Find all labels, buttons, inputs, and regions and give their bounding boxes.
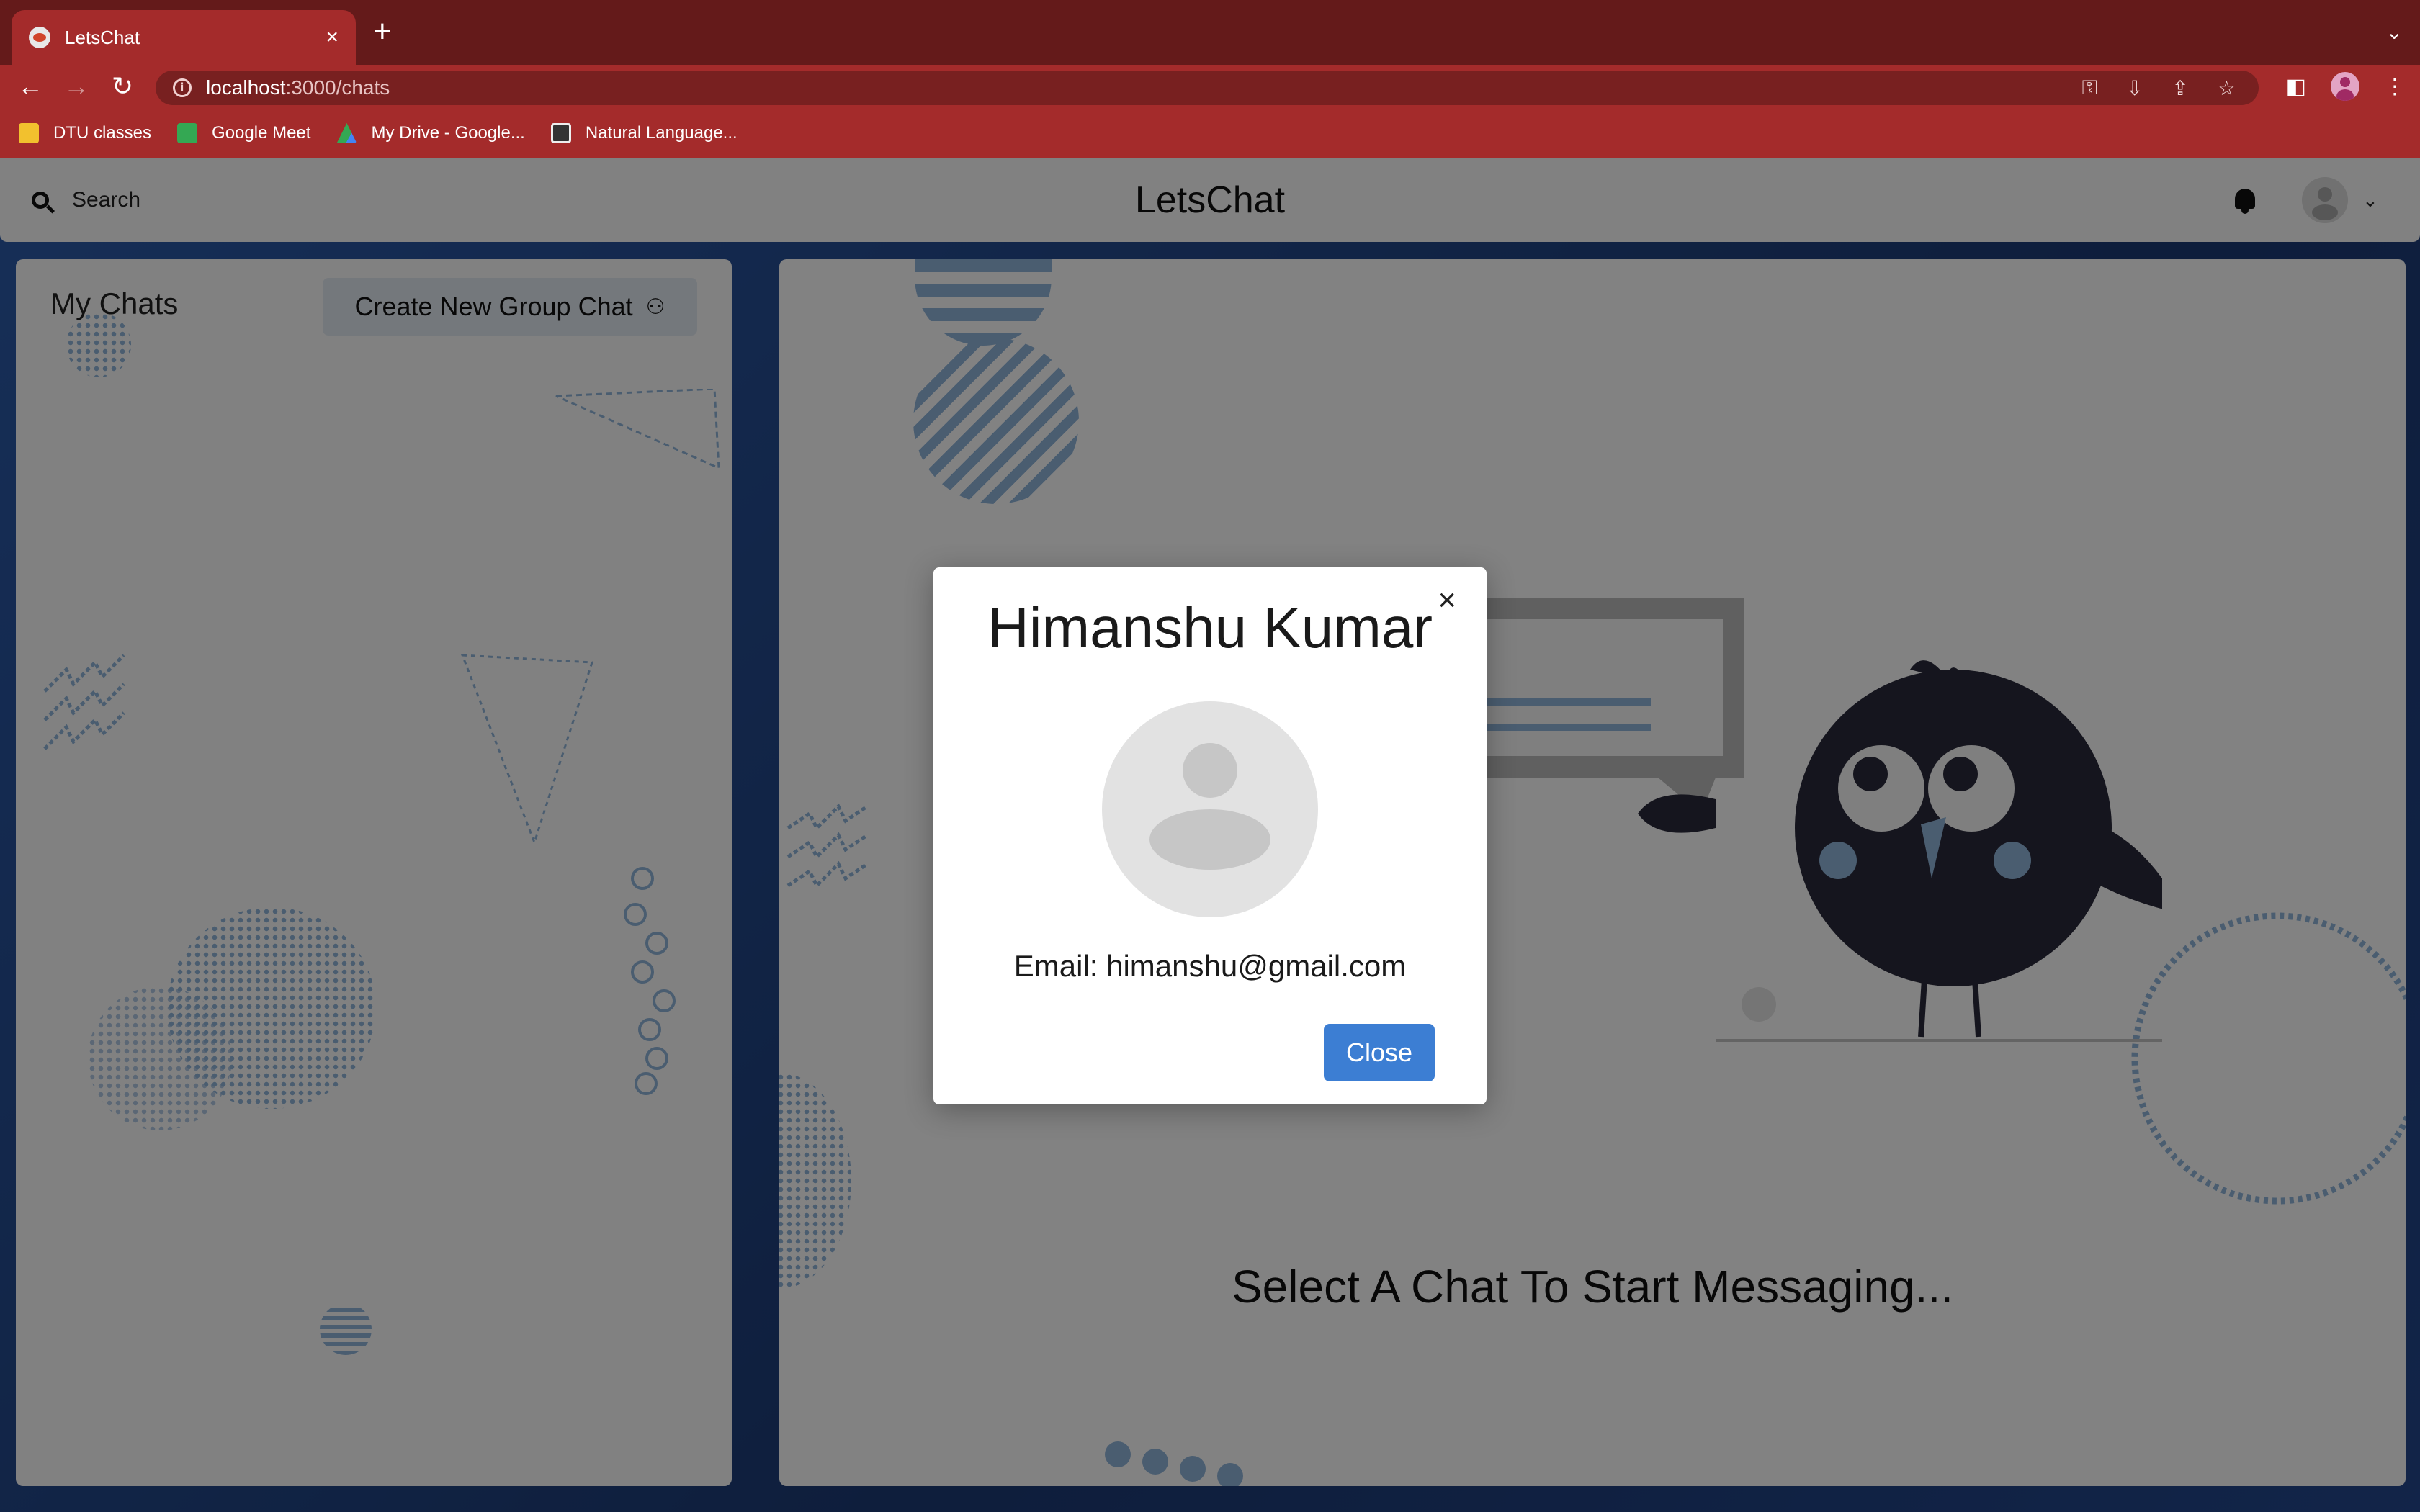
browser-tab[interactable]: LetsChat × [12, 10, 356, 65]
classroom-icon [19, 123, 39, 143]
browser-toolbar: ← → ↻ i localhost:3000/chats ⚿ ⇩ ⇪ ☆ ◧ ⋮ [0, 65, 2420, 108]
close-button[interactable]: Close [1324, 1024, 1435, 1081]
profile-avatar[interactable] [2331, 72, 2360, 101]
browser-tab-bar: LetsChat × + ⌄ [0, 0, 2420, 65]
address-bar[interactable]: i localhost:3000/chats ⚿ ⇩ ⇪ ☆ [156, 71, 2259, 105]
share-icon[interactable]: ⇪ [2172, 76, 2188, 100]
bookmark-google-meet[interactable]: Google Meet [177, 123, 310, 143]
key-icon[interactable]: ⚿ [2082, 76, 2097, 100]
bookmarks-bar: DTU classes Google Meet My Drive - Googl… [0, 108, 2420, 158]
google-meet-icon [177, 123, 198, 143]
profile-email: Email: himanshu@gmail.com [1013, 949, 1407, 983]
bookmark-label: Natural Language... [585, 123, 738, 143]
tab-close-icon[interactable]: × [326, 25, 339, 50]
bookmark-star-icon[interactable]: ☆ [2218, 76, 2236, 100]
menu-kebab-icon[interactable]: ⋮ [2384, 74, 2406, 99]
profile-name: Himanshu Kumar [987, 595, 1433, 660]
profile-avatar-icon [1102, 701, 1318, 917]
site-info-icon[interactable]: i [173, 78, 192, 97]
back-arrow-icon[interactable]: ← [14, 71, 46, 102]
tab-search-chevron-icon[interactable]: ⌄ [2386, 20, 2403, 44]
forward-arrow-icon[interactable]: → [60, 71, 92, 102]
reload-icon[interactable]: ↻ [107, 71, 138, 102]
install-app-icon[interactable]: ⇩ [2126, 76, 2143, 100]
bookmark-dtu-classes[interactable]: DTU classes [19, 123, 151, 143]
letschat-favicon-icon [29, 27, 50, 48]
google-drive-icon [336, 123, 357, 143]
new-tab-button[interactable]: + [373, 16, 392, 48]
tab-title: LetsChat [65, 26, 140, 48]
url-text[interactable]: localhost:3000/chats [206, 76, 390, 99]
toolbar-right: ◧ ⋮ [2286, 71, 2406, 102]
bookmark-my-drive[interactable]: My Drive - Google... [336, 123, 525, 143]
course-icon [550, 123, 571, 143]
bookmark-label: My Drive - Google... [371, 123, 525, 143]
omnibox-actions: ⚿ ⇩ ⇪ ☆ [2082, 71, 2236, 105]
url-host: localhost [206, 76, 286, 99]
url-path: :3000/chats [285, 76, 390, 99]
bookmark-natural-language[interactable]: Natural Language... [550, 123, 738, 143]
bookmark-label: Google Meet [212, 123, 311, 143]
side-panel-icon[interactable]: ◧ [2286, 74, 2306, 99]
bookmark-label: DTU classes [53, 123, 152, 143]
profile-modal: × Himanshu Kumar Email: himanshu@gmail.c… [933, 567, 1487, 1104]
